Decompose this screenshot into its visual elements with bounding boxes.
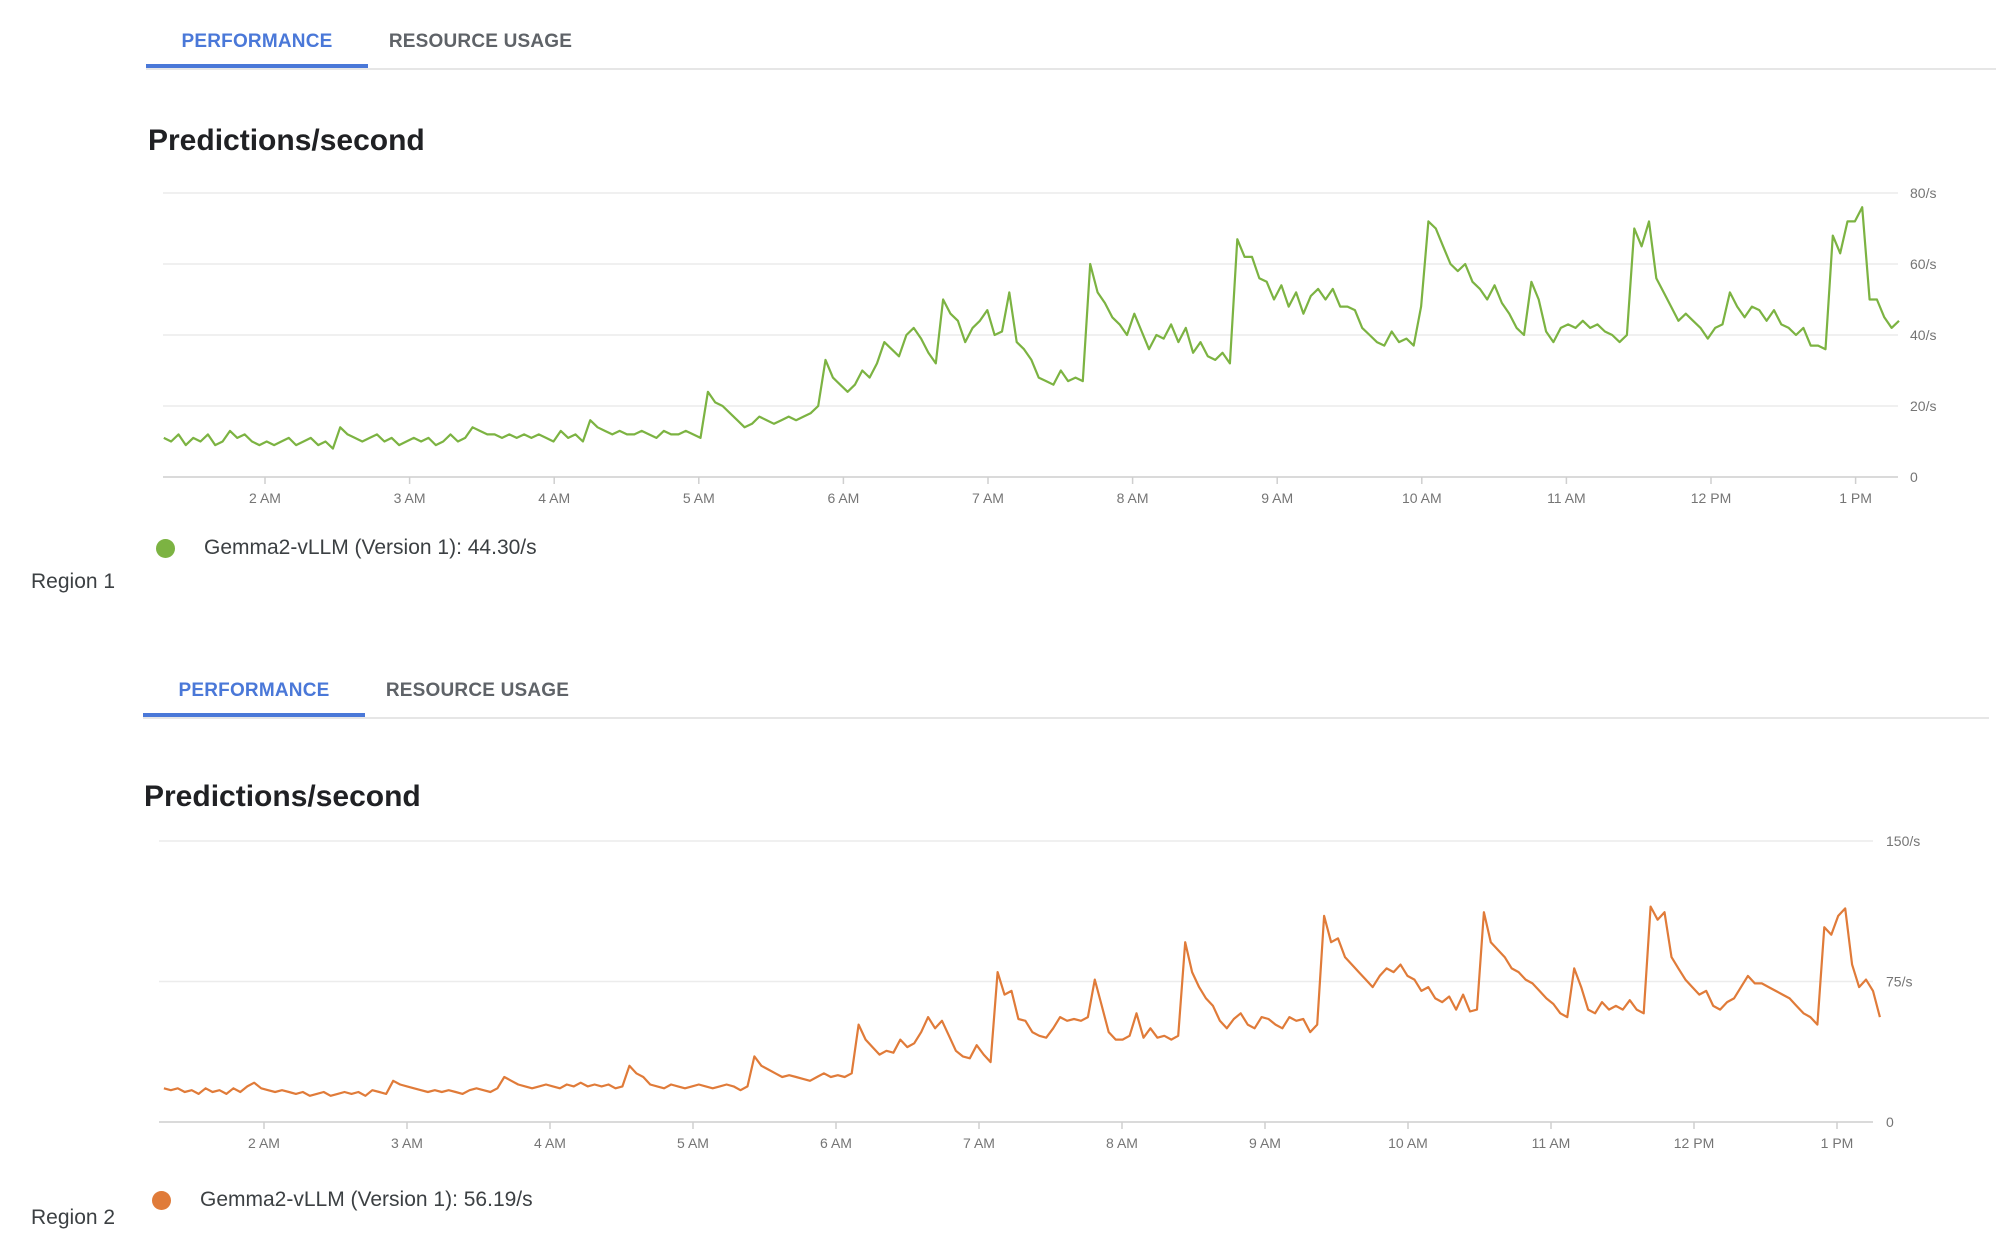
series-line[interactable] (163, 905, 1881, 1097)
x-tick-label: 2 AM (248, 1135, 280, 1151)
x-tick-label: 12 PM (1674, 1135, 1714, 1151)
y-tick-label: 75/s (1886, 974, 1912, 990)
panel-region-2: PERFORMANCE RESOURCE USAGE Predictions/s… (0, 0, 1999, 1234)
legend-entry[interactable]: Gemma2-vLLM (Version 1): 56.19/s (200, 1188, 533, 1212)
x-tick-label: 4 AM (534, 1135, 566, 1151)
x-tick-label: 6 AM (820, 1135, 852, 1151)
y-tick-label: 0 (1886, 1114, 1894, 1130)
y-tick-label: 150/s (1886, 833, 1920, 849)
x-tick-label: 7 AM (963, 1135, 995, 1151)
x-tick-label: 11 AM (1532, 1135, 1571, 1151)
legend-dot-icon (152, 1191, 171, 1210)
x-tick-label: 9 AM (1249, 1135, 1281, 1151)
x-tick-label: 3 AM (391, 1135, 423, 1151)
x-tick-label: 8 AM (1106, 1135, 1138, 1151)
x-tick-label: 10 AM (1388, 1135, 1428, 1151)
region-label: Region 2 (31, 1206, 116, 1229)
x-tick-label: 5 AM (677, 1135, 709, 1151)
chart-predictions-region-2: 0 75/s 150/s 2 AM 3 AM 4 AM 5 AM 6 AM 7 AM 8 AM 9 … (159, 833, 1920, 1151)
x-tick-label: 1 PM (1821, 1135, 1854, 1151)
